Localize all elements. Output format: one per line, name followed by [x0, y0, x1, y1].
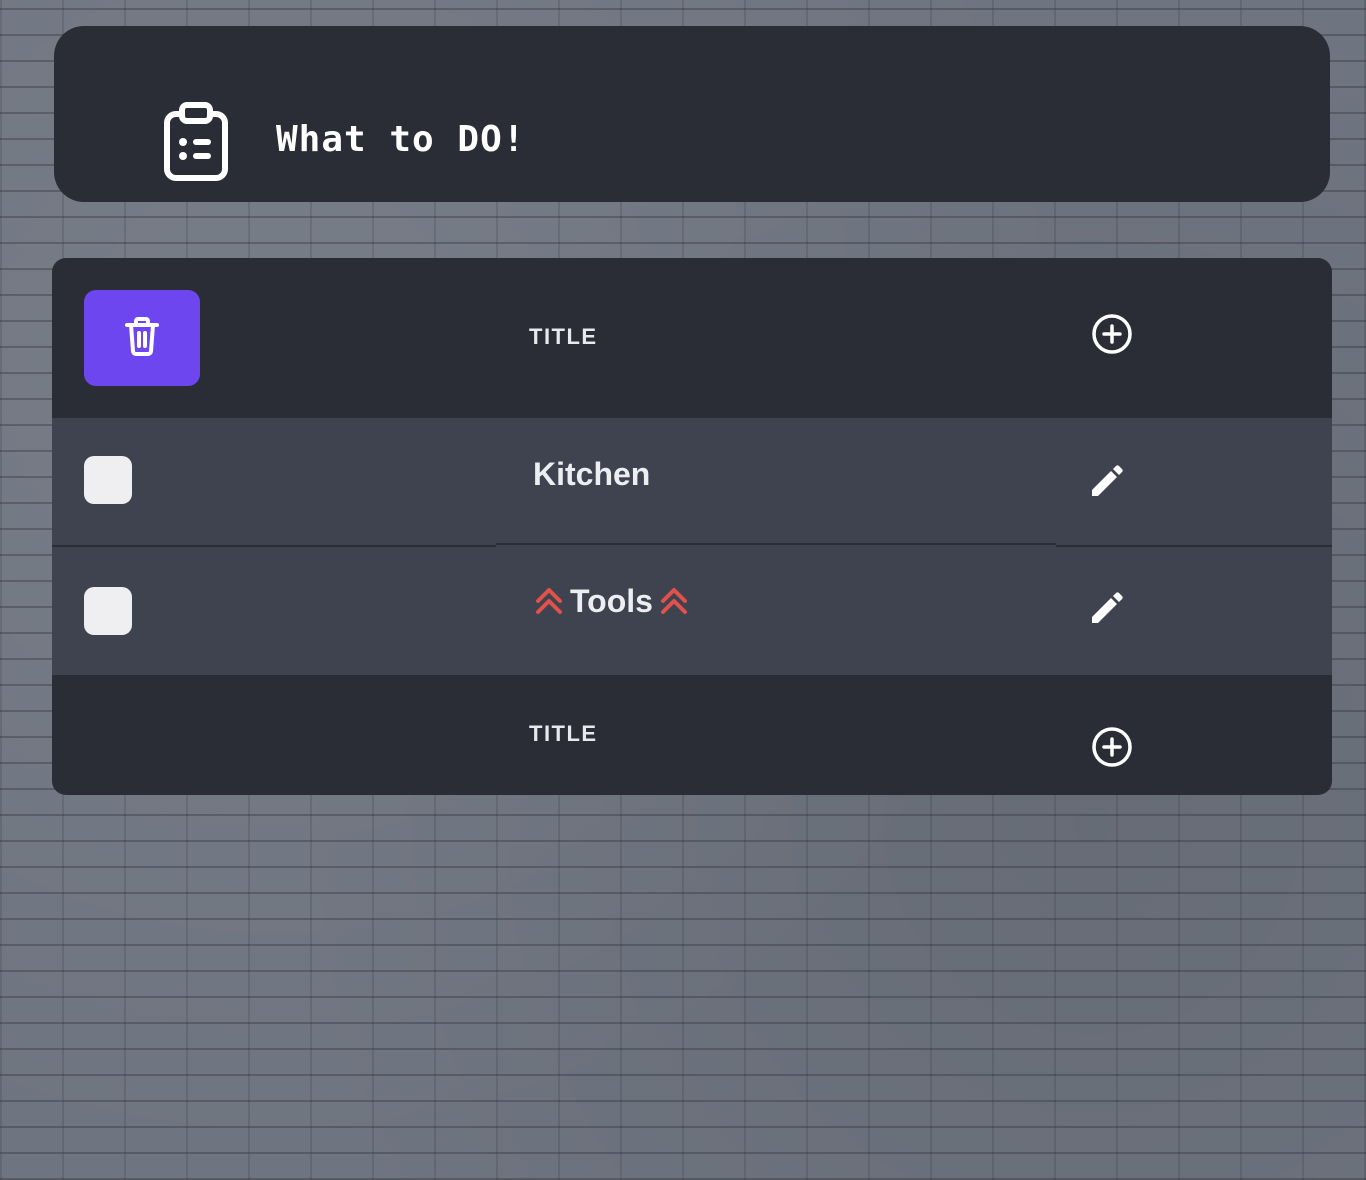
add-item-button[interactable] [1090, 725, 1134, 769]
pencil-icon [1086, 592, 1126, 633]
todo-table: TITLE Kitchen Tools TITLE [52, 258, 1332, 795]
plus-circle-icon [1090, 314, 1134, 360]
row-checkbox[interactable] [84, 587, 132, 635]
table-footer-row: TITLE [52, 675, 1332, 795]
item-name-text: Tools [570, 583, 653, 619]
row-divider [496, 543, 1056, 545]
add-item-button[interactable] [1090, 312, 1134, 356]
item-name: Tools [532, 583, 691, 619]
edit-button[interactable] [1086, 589, 1126, 629]
app-title: What to DO! [276, 119, 526, 160]
chevrons-up-icon [659, 585, 689, 617]
item-name-text: Kitchen [533, 456, 651, 492]
table-row: Kitchen [52, 418, 1332, 547]
column-title-header: TITLE [529, 324, 598, 349]
clipboard-list-icon [160, 102, 232, 184]
table-row: Tools [52, 547, 1332, 675]
chevrons-up-icon [534, 585, 564, 617]
item-name: Kitchen [529, 456, 654, 492]
edit-button[interactable] [1086, 462, 1126, 502]
delete-button[interactable] [84, 290, 200, 386]
column-title-footer: TITLE [529, 721, 598, 746]
pencil-icon [1086, 465, 1126, 506]
table-header-row: TITLE [52, 258, 1332, 418]
trash-icon [124, 316, 160, 361]
app-header: What to DO! [54, 26, 1330, 202]
row-checkbox[interactable] [84, 456, 132, 504]
plus-circle-icon [1090, 727, 1134, 773]
